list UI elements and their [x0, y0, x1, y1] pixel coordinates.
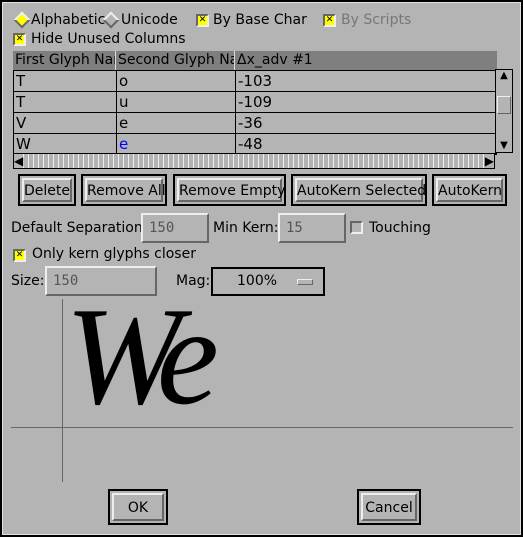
only-closer-checkbox[interactable]: ✕: [13, 249, 26, 262]
ok-button[interactable]: OK: [108, 489, 168, 525]
glyph-preview: We: [11, 287, 513, 484]
table-header: First Glyph Name Second Glyph Name Δx_ad…: [13, 51, 497, 70]
by-scripts-label: By Scripts: [341, 12, 412, 28]
touching-label[interactable]: Touching: [369, 220, 431, 236]
by-scripts-checkbox: ✕: [323, 14, 336, 27]
by-base-char-checkbox[interactable]: ✕: [196, 14, 209, 27]
cell[interactable]: e: [117, 113, 236, 133]
autokern-selected-button[interactable]: AutoKern Selected: [291, 174, 427, 206]
table-row[interactable]: Tu -109: [14, 92, 496, 113]
horizontal-scrollbar[interactable]: ◀ ▶: [13, 153, 495, 169]
hide-unused-checkbox[interactable]: ✕: [13, 33, 26, 46]
alphabetic-label[interactable]: Alphabetic: [31, 12, 105, 28]
mag-value: 100%: [237, 273, 278, 289]
autokern-label: AutoKern: [436, 178, 503, 202]
by-base-char-label[interactable]: By Base Char: [213, 12, 307, 28]
cell[interactable]: T: [14, 92, 117, 112]
column-header[interactable]: Second Glyph Name: [116, 51, 235, 70]
scroll-thumb[interactable]: [497, 96, 511, 114]
remove-all-button[interactable]: Remove All: [81, 174, 167, 206]
cell[interactable]: -109: [236, 92, 496, 112]
cancel-button[interactable]: Cancel: [357, 489, 421, 525]
scroll-down-icon[interactable]: ▼: [496, 140, 512, 152]
alphabetic-radio[interactable]: [13, 11, 31, 29]
unicode-label[interactable]: Unicode: [121, 12, 178, 28]
cell[interactable]: -36: [236, 113, 496, 133]
column-header[interactable]: Δx_adv #1: [235, 51, 497, 70]
default-separation-label: Default Separation:: [11, 220, 148, 236]
cell[interactable]: o: [117, 71, 236, 91]
cell[interactable]: -103: [236, 71, 496, 91]
autokern-selected-label: AutoKern Selected: [295, 178, 426, 202]
kerning-dialog: Alphabetic Unicode ✕ By Base Char ✕ By S…: [2, 2, 521, 535]
cell[interactable]: -48: [236, 134, 496, 154]
mag-dropdown[interactable]: 100%: [211, 267, 325, 296]
ok-label: OK: [112, 493, 164, 521]
scroll-right-icon[interactable]: ▶: [484, 154, 494, 168]
min-kern-input[interactable]: 15: [278, 213, 346, 243]
table-row[interactable]: To -103: [14, 71, 496, 92]
cell[interactable]: V: [14, 113, 117, 133]
preview-text: We: [65, 279, 219, 434]
cell[interactable]: u: [117, 92, 236, 112]
autokern-button[interactable]: AutoKern: [432, 174, 507, 206]
remove-empty-button[interactable]: Remove Empty: [173, 174, 286, 206]
column-header[interactable]: First Glyph Name: [13, 51, 116, 70]
kerning-table: First Glyph Name Second Glyph Name Δx_ad…: [13, 51, 497, 155]
delete-button[interactable]: Delete: [18, 174, 76, 206]
vertical-scrollbar[interactable]: ▲ ▼: [495, 69, 513, 153]
dropdown-indicator-icon: [297, 279, 313, 285]
scroll-left-icon[interactable]: ◀: [14, 154, 24, 168]
editing-cell[interactable]: e: [117, 134, 236, 154]
origin-line: [62, 299, 63, 482]
hide-unused-label[interactable]: Hide Unused Columns: [31, 31, 186, 47]
table-row[interactable]: Ve -36: [14, 113, 496, 134]
min-kern-label: Min Kern:: [213, 220, 279, 236]
remove-all-label: Remove All: [85, 178, 166, 202]
delete-label: Delete: [22, 178, 72, 202]
scroll-up-icon[interactable]: ▲: [496, 70, 512, 82]
cell[interactable]: W: [14, 134, 117, 154]
table-row[interactable]: We -48: [14, 134, 496, 155]
size-label: Size:: [11, 273, 45, 289]
cell[interactable]: T: [14, 71, 117, 91]
remove-empty-label: Remove Empty: [177, 178, 285, 202]
touching-checkbox[interactable]: [350, 221, 363, 234]
only-closer-label[interactable]: Only kern glyphs closer: [32, 246, 196, 262]
default-separation-input[interactable]: 150: [141, 213, 209, 243]
cancel-label: Cancel: [361, 493, 417, 521]
